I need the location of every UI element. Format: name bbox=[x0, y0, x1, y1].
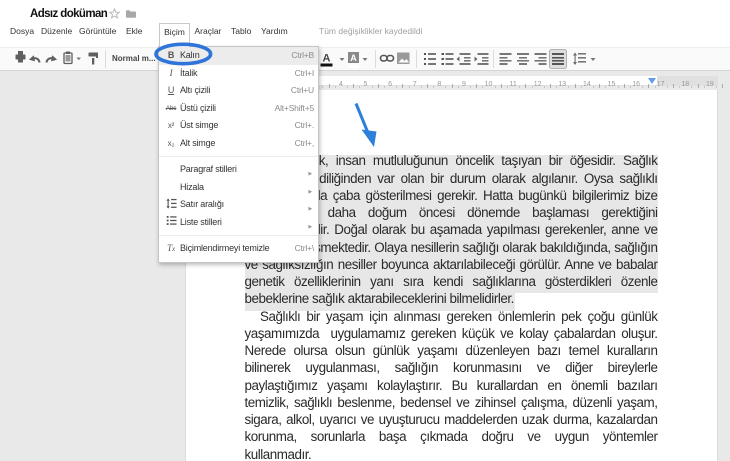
svg-text:A: A bbox=[350, 53, 357, 63]
svg-text:A: A bbox=[323, 53, 331, 65]
